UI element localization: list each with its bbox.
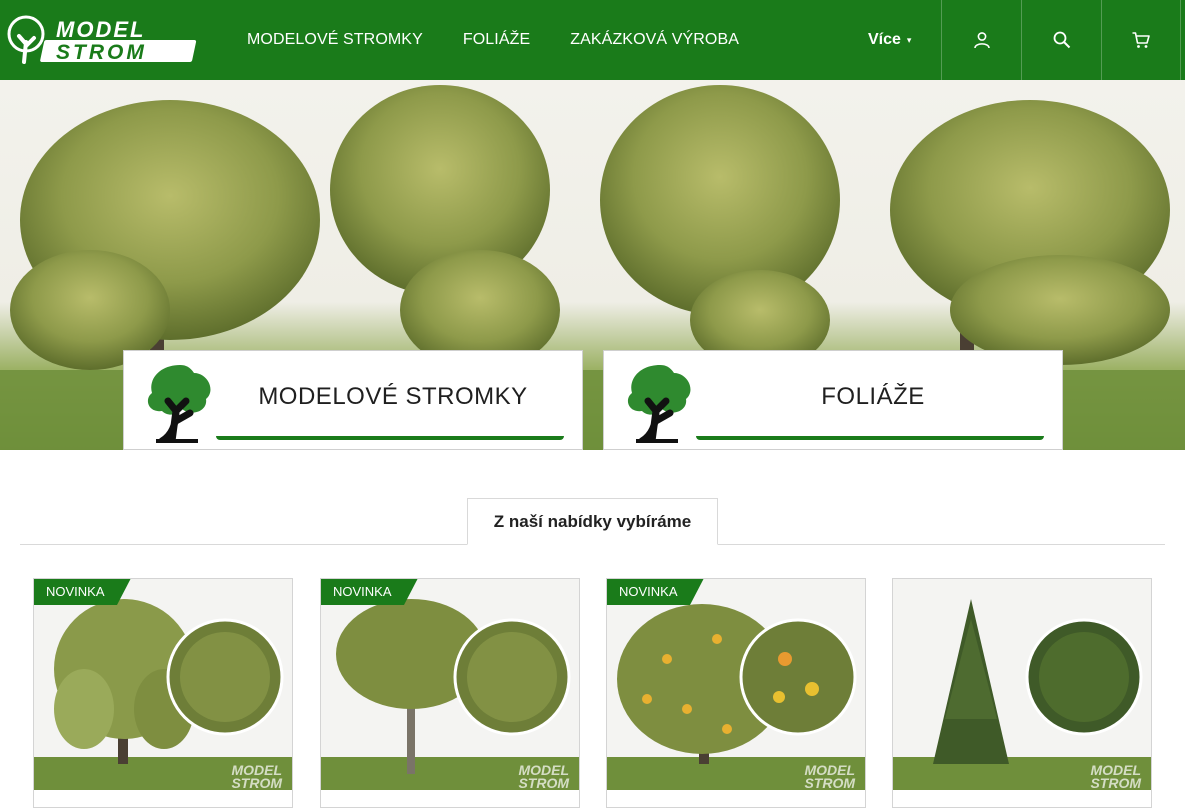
product-image-weeping-willow: MODEL STROM [34,579,292,790]
product-card[interactable]: MODEL STROM NOVINKA [320,578,580,808]
user-icon [973,32,990,49]
category-label: FOLIÁŽE [821,383,925,410]
product-image-round-tree: MODEL STROM [321,579,579,790]
user-button[interactable] [941,0,1021,80]
header-bar: MODEL STROM MODELOVÉ STROMKY FOLIÁŽE ZAK… [0,0,1185,80]
category-card-modelove-stromky[interactable]: MODELOVÉ STROMKY [123,350,583,450]
main-nav: MODELOVÉ STROMKY FOLIÁŽE ZAKÁZKOVÁ VÝROB… [227,0,759,80]
nav-zakazkova-vyroba[interactable]: ZAKÁZKOVÁ VÝROBA [550,31,759,49]
nav-foliaze[interactable]: FOLIÁŽE [443,31,550,49]
more-menu-button[interactable]: Více ▾ [868,0,911,80]
tree-icon [147,365,211,443]
tree-icon [627,365,691,443]
product-card[interactable]: MODEL STROM NOVINKA [33,578,293,808]
product-card[interactable]: MODEL STROM [892,578,1152,808]
hero-banner: MODELOVÉ STROMKY FOLIÁŽE [0,80,1185,450]
logo-text-strom: STROM [56,41,147,64]
category-underline [696,436,1044,440]
chevron-down-icon: ▾ [906,34,912,45]
novinka-badge: NOVINKA [321,579,418,605]
modelstrom-logo[interactable]: MODEL STROM [4,14,204,66]
watermark-text: STROM [1090,775,1141,790]
product-image-fruit-tree: MODEL STROM [607,579,865,790]
category-underline [216,436,564,440]
watermark-text: STROM [804,775,855,790]
category-card-foliaze[interactable]: FOLIÁŽE [603,350,1063,450]
search-button[interactable] [1021,0,1101,80]
watermark-text: STROM [518,775,569,790]
product-card[interactable]: MODEL STROM NOVINKA [606,578,866,808]
cart-icon [1132,32,1150,48]
category-label: MODELOVÉ STROMKY [258,383,528,410]
novinka-badge: NOVINKA [607,579,704,605]
watermark-text: STROM [231,775,282,790]
nav-modelove-stromky[interactable]: MODELOVÉ STROMKY [227,31,443,49]
cart-button[interactable] [1101,0,1181,80]
novinka-badge: NOVINKA [34,579,131,605]
search-icon [1053,31,1070,49]
logo-tree-icon [7,15,45,64]
section-title: Z naší nabídky vybíráme [467,498,718,545]
product-image-spruce: MODEL STROM [893,579,1151,790]
logo-text-model: MODEL [56,17,145,42]
more-label: Více [868,31,901,48]
